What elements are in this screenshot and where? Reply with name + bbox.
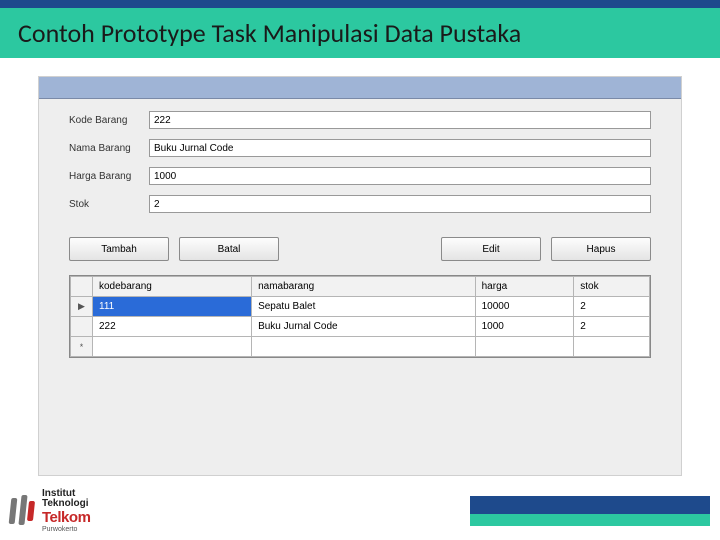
form-panel: Kode Barang Nama Barang Harga Barang Sto… <box>39 99 681 229</box>
slide-title: Contoh Prototype Task Manipulasi Data Pu… <box>18 17 521 49</box>
input-nama-barang[interactable] <box>149 139 651 157</box>
cell[interactable]: 10000 <box>475 297 574 317</box>
logo-line3: Telkom <box>42 510 90 526</box>
button-spacer <box>289 237 431 261</box>
field-harga-barang-row: Harga Barang <box>69 167 651 185</box>
label-kode-barang: Kode Barang <box>69 115 149 126</box>
tambah-button[interactable]: Tambah <box>69 237 169 261</box>
logo-text: Institut Teknologi Telkom Purwokerto <box>42 489 90 533</box>
label-harga-barang: Harga Barang <box>69 171 149 182</box>
cell[interactable]: Buku Jurnal Code <box>252 317 476 337</box>
col-namabarang[interactable]: namabarang <box>252 277 476 297</box>
footer-accent <box>470 496 710 526</box>
label-stok: Stok <box>69 199 149 210</box>
slide-title-bar: Contoh Prototype Task Manipulasi Data Pu… <box>0 8 720 58</box>
app-window: Kode Barang Nama Barang Harga Barang Sto… <box>38 76 682 476</box>
input-harga-barang[interactable] <box>149 167 651 185</box>
data-grid[interactable]: kodebarang namabarang harga stok ▶111Sep… <box>69 275 651 358</box>
cell[interactable]: 1000 <box>475 317 574 337</box>
hapus-button[interactable]: Hapus <box>551 237 651 261</box>
button-row: Tambah Batal Edit Hapus <box>39 229 681 269</box>
app-window-titlebar[interactable] <box>39 77 681 99</box>
cell[interactable]: 2 <box>574 297 650 317</box>
edit-button[interactable]: Edit <box>441 237 541 261</box>
field-nama-barang-row: Nama Barang <box>69 139 651 157</box>
cell[interactable] <box>93 337 252 357</box>
col-stok[interactable]: stok <box>574 277 650 297</box>
label-nama-barang: Nama Barang <box>69 143 149 154</box>
col-harga[interactable]: harga <box>475 277 574 297</box>
cell[interactable]: Sepatu Balet <box>252 297 476 317</box>
col-kodebarang[interactable]: kodebarang <box>93 277 252 297</box>
table-row[interactable]: 222Buku Jurnal Code10002 <box>71 317 650 337</box>
row-marker: ▶ <box>71 297 93 317</box>
cell[interactable]: 222 <box>93 317 252 337</box>
grid-corner <box>71 277 93 297</box>
row-marker: * <box>71 337 93 357</box>
row-marker <box>71 317 93 337</box>
batal-button[interactable]: Batal <box>179 237 279 261</box>
logo: Institut Teknologi Telkom Purwokerto <box>8 489 90 533</box>
field-stok-row: Stok <box>69 195 651 213</box>
logo-line4: Purwokerto <box>42 526 90 533</box>
cell[interactable]: 2 <box>574 317 650 337</box>
table-row[interactable]: * <box>71 337 650 357</box>
input-stok[interactable] <box>149 195 651 213</box>
input-kode-barang[interactable] <box>149 111 651 129</box>
cell[interactable] <box>574 337 650 357</box>
cell[interactable] <box>252 337 476 357</box>
cell[interactable] <box>475 337 574 357</box>
slide-top-accent <box>0 0 720 8</box>
field-kode-barang-row: Kode Barang <box>69 111 651 129</box>
cell[interactable]: 111 <box>93 297 252 317</box>
table-row[interactable]: ▶111Sepatu Balet100002 <box>71 297 650 317</box>
grid-header-row: kodebarang namabarang harga stok <box>71 277 650 297</box>
slide-footer: Institut Teknologi Telkom Purwokerto <box>0 482 720 540</box>
logo-icon <box>8 495 36 527</box>
